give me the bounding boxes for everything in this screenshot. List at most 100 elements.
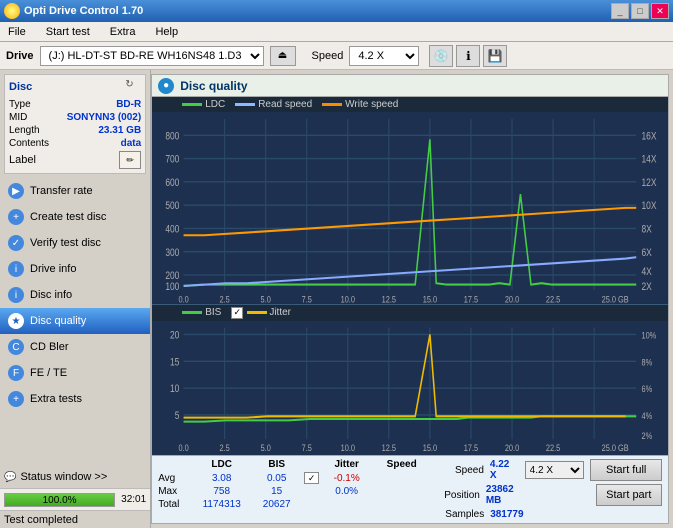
col-speed-header: Speed [374, 459, 429, 470]
edit-icon: ✏ [126, 155, 134, 166]
speed-select[interactable]: 4.2 X [349, 46, 419, 66]
extra-tests-label: Extra tests [30, 393, 82, 405]
top-chart-legend: LDC Read speed Write speed [152, 97, 668, 112]
svg-text:12X: 12X [642, 177, 657, 189]
app-icon [4, 3, 20, 19]
sidebar-item-fe-te[interactable]: F FE / TE [0, 360, 150, 386]
sidebar-item-cd-bler[interactable]: C CD Bler [0, 334, 150, 360]
create-test-disc-icon: + [8, 209, 24, 225]
disc-mid-row: MID SONYNN3 (002) [9, 112, 141, 123]
writespeed-legend-label: Write speed [345, 99, 398, 110]
progress-percent: 100.0% [5, 495, 114, 506]
jitter-legend-color [247, 311, 267, 314]
status-window-button[interactable]: 💬 Status window >> [0, 466, 150, 488]
svg-text:20.0: 20.0 [505, 293, 520, 303]
transfer-rate-icon: ▶ [8, 183, 24, 199]
disc-quality-icon: ★ [8, 313, 24, 329]
jitter-checkbox[interactable]: ✓ [231, 307, 243, 319]
stats-area: LDC BIS Jitter Speed Avg 3.08 0.05 ✓ -0.… [152, 455, 668, 523]
disc-icon-btn[interactable]: 💿 [429, 45, 453, 67]
svg-text:2%: 2% [642, 430, 653, 441]
max-ldc: 758 [194, 486, 249, 497]
title-bar: Opti Drive Control 1.70 _ □ ✕ [0, 0, 673, 22]
drive-select[interactable]: (J:) HL-DT-ST BD-RE WH16NS48 1.D3 [40, 46, 264, 66]
drive-info-icon: i [8, 261, 24, 277]
col-spacer [304, 459, 319, 470]
drive-label: Drive [6, 50, 34, 62]
status-window-icon: 💬 [4, 472, 16, 483]
disc-contents-label: Contents [9, 138, 49, 149]
main-area: Disc ↻ Type BD-R MID SONYNN3 (002) Lengt… [0, 70, 673, 528]
transfer-rate-label: Transfer rate [30, 185, 93, 197]
col-bis-header: BIS [249, 459, 304, 470]
total-bis: 20627 [249, 499, 304, 510]
title-bar-controls: _ □ ✕ [611, 3, 669, 19]
sidebar-item-drive-info[interactable]: i Drive info [0, 256, 150, 282]
drive-row: Drive (J:) HL-DT-ST BD-RE WH16NS48 1.D3 … [0, 42, 673, 70]
svg-text:17.5: 17.5 [464, 442, 479, 453]
title-bar-left: Opti Drive Control 1.70 [4, 3, 143, 19]
sidebar-item-transfer-rate[interactable]: ▶ Transfer rate [0, 178, 150, 204]
eject-button[interactable]: ⏏ [270, 46, 296, 66]
svg-text:20.0: 20.0 [505, 442, 520, 453]
svg-text:700: 700 [166, 154, 181, 166]
max-jitter: 0.0% [319, 486, 374, 497]
svg-text:15: 15 [170, 356, 179, 368]
sidebar-spacer [0, 412, 150, 466]
menu-help[interactable]: Help [151, 24, 182, 40]
stats-right: Speed 4.22 X 4.2 X Start full Position 2… [429, 459, 662, 520]
svg-text:14X: 14X [642, 154, 657, 166]
close-button[interactable]: ✕ [651, 3, 669, 19]
svg-text:0.0: 0.0 [179, 442, 190, 453]
jitter-legend-label: Jitter [269, 307, 291, 318]
disc-type-val: BD-R [116, 99, 141, 110]
disc-info-label: Disc info [30, 289, 72, 301]
disc-quality-label: Disc quality [30, 315, 86, 327]
avg-label: Avg [158, 473, 194, 484]
menu-file[interactable]: File [4, 24, 30, 40]
sidebar-item-create-test-disc[interactable]: + Create test disc [0, 204, 150, 230]
test-completed-label: Test completed [4, 514, 78, 526]
speed-label: Speed [312, 50, 344, 62]
stats-samples-row: Samples 381779 [429, 509, 662, 520]
disc-refresh-button[interactable]: ↻ [125, 79, 141, 95]
total-ldc: 1174313 [194, 499, 249, 510]
start-full-button[interactable]: Start full [590, 459, 662, 481]
svg-text:10%: 10% [642, 329, 657, 340]
bis-legend-label: BIS [205, 307, 221, 318]
menu-extra[interactable]: Extra [106, 24, 140, 40]
svg-text:6X: 6X [642, 247, 653, 259]
writespeed-legend-color [322, 103, 342, 106]
sidebar-item-disc-info[interactable]: i Disc info [0, 282, 150, 308]
minimize-button[interactable]: _ [611, 3, 629, 19]
svg-text:4X: 4X [642, 266, 653, 278]
readspeed-legend-label: Read speed [258, 99, 312, 110]
save-icon-btn[interactable]: 💾 [483, 45, 507, 67]
disc-contents-row: Contents data [9, 138, 141, 149]
svg-text:400: 400 [166, 224, 181, 236]
disc-label-edit-button[interactable]: ✏ [119, 151, 141, 169]
sidebar-item-verify-test-disc[interactable]: ✓ Verify test disc [0, 230, 150, 256]
menu-start-test[interactable]: Start test [42, 24, 94, 40]
info-icon-btn[interactable]: ℹ [456, 45, 480, 67]
disc-panel: Disc ↻ Type BD-R MID SONYNN3 (002) Lengt… [4, 74, 146, 174]
svg-text:25.0 GB: 25.0 GB [602, 293, 629, 303]
disc-info-icon: i [8, 287, 24, 303]
drive-icons: 💿 ℹ 💾 [429, 45, 507, 67]
disc-quality-header-icon: ● [158, 78, 174, 94]
drive-info-label: Drive info [30, 263, 76, 275]
bis-legend-item: BIS [182, 307, 221, 319]
bottom-chart-svg: 20 15 10 5 10% 8% 6% 4% 2% 0.0 2.5 5.0 7… [152, 321, 668, 455]
svg-text:10.0: 10.0 [341, 442, 356, 453]
sidebar-item-disc-quality[interactable]: ★ Disc quality [0, 308, 150, 334]
svg-text:12.5: 12.5 [382, 293, 397, 303]
start-part-button[interactable]: Start part [596, 484, 662, 506]
maximize-button[interactable]: □ [631, 3, 649, 19]
fe-te-label: FE / TE [30, 367, 67, 379]
jitter-stats-checkbox[interactable]: ✓ [304, 472, 319, 484]
sidebar-item-extra-tests[interactable]: + Extra tests [0, 386, 150, 412]
svg-text:2.5: 2.5 [220, 293, 230, 303]
speed-stat-select[interactable]: 4.2 X [525, 461, 585, 479]
bottom-chart: 20 15 10 5 10% 8% 6% 4% 2% 0.0 2.5 5.0 7… [152, 321, 668, 455]
svg-text:0.0: 0.0 [179, 293, 189, 303]
